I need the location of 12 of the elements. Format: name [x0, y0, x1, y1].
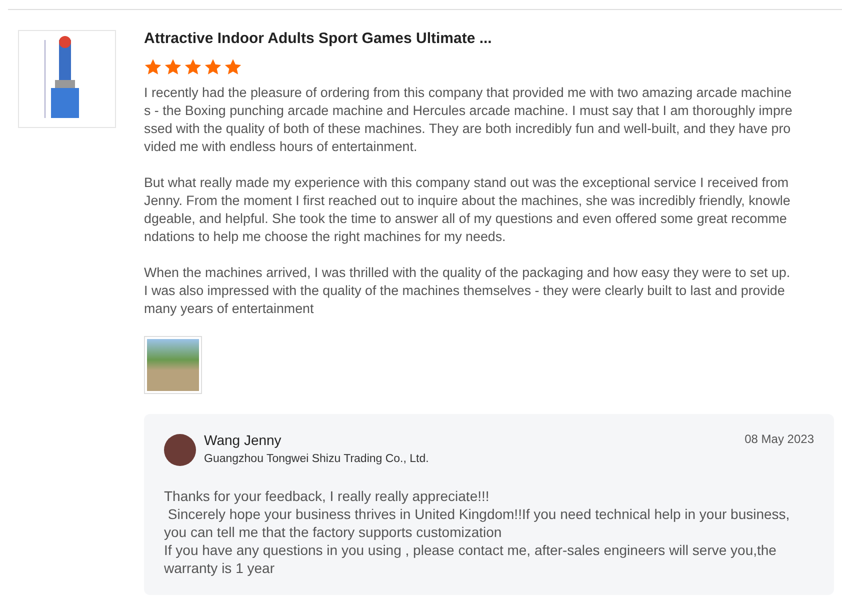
- photo-thumbnail[interactable]: [144, 336, 202, 394]
- review-text: But what really made my experience with this company stand out was the exceptional service I received from Jenny. From the moment I first reached out to inquire about the machines, she was incredibly friendly, knowledgeable, and helpful. She took the time to answer all of my questions and even offered some great recommendations to help me choose the right machines for my needs.: [144, 174, 792, 246]
- seller-name: Wang Jenny: [204, 432, 282, 448]
- review-text: I recently had the pleasure of ordering from this company that provided me with two amazing arcade machines - the Boxing punching arcade machine and Hercules arcade machine. I must say that I am thoroughly impressed with the quality of both of these machines. They are both incredibly fun and well-built, and they have provided me with endless hours of entertainment.: [144, 84, 794, 156]
- reply-date: 08 May 2023: [744, 432, 814, 446]
- reply-text: Thanks for your feedback, I really really appreciate!!!: [164, 487, 490, 505]
- review-text: When the machines arrived, I was thrilled with the quality of the packaging and how easy they were to set up. I was also impressed with the quality of the machines themselves - they were clearly built to last and provide many years of entertainment: [144, 264, 792, 318]
- reply-text: Sincerely hope your business thrives in United Kingdom!!If you need technical help in your business, you can tell me that the factory supports customization: [164, 505, 791, 541]
- reply-text: If you have any questions in you using , please contact me, after-sales engineers will serve you,the warranty is 1 year: [164, 541, 778, 577]
- product-title: Attractive Indoor Adults Sport Games Ultimate ...: [144, 30, 493, 47]
- company-name: Guangzhou Tongwei Shizu Trading Co., Ltd.: [204, 453, 430, 465]
- avatar: [164, 434, 196, 466]
